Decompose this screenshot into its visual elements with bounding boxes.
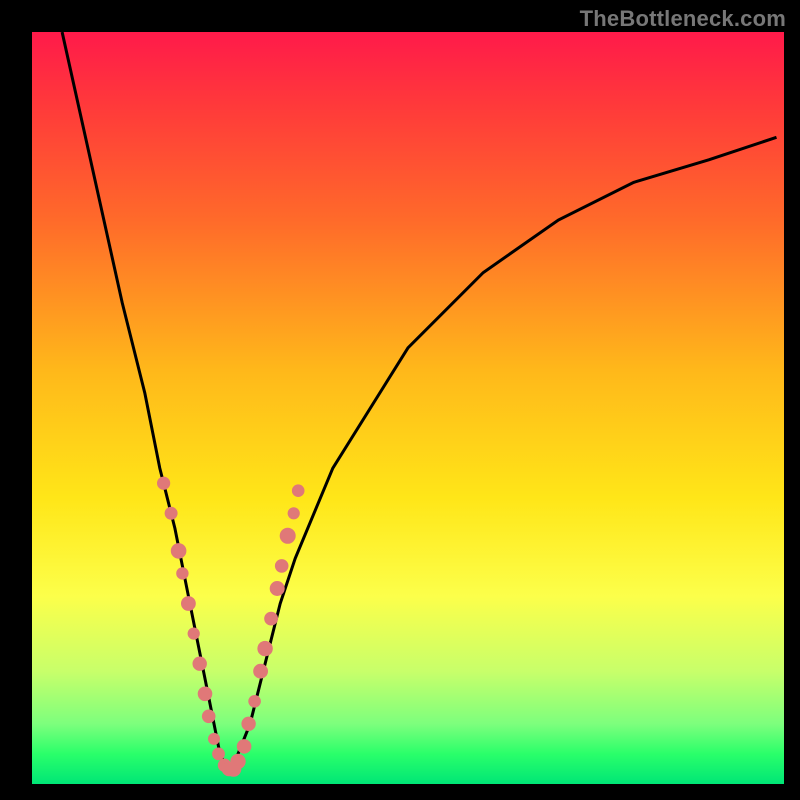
curve-svg xyxy=(32,32,784,784)
marker-dot xyxy=(257,641,272,656)
marker-dot xyxy=(198,687,213,702)
marker-dot xyxy=(288,507,300,519)
curve-markers xyxy=(157,477,305,777)
marker-dot xyxy=(188,628,200,640)
marker-dot xyxy=(292,484,305,497)
marker-dot xyxy=(193,657,207,671)
marker-dot xyxy=(212,748,225,761)
marker-dot xyxy=(230,754,245,769)
watermark-label: TheBottleneck.com xyxy=(580,6,786,32)
marker-dot xyxy=(208,733,220,745)
marker-dot xyxy=(270,581,285,596)
plot-area xyxy=(32,32,784,784)
marker-dot xyxy=(202,710,216,724)
marker-dot xyxy=(280,528,296,544)
marker-dot xyxy=(237,739,252,754)
bottleneck-curve xyxy=(62,32,776,769)
marker-dot xyxy=(275,559,289,573)
marker-dot xyxy=(165,507,178,520)
marker-dot xyxy=(253,664,268,679)
marker-dot xyxy=(171,543,187,559)
marker-dot xyxy=(248,695,261,708)
marker-dot xyxy=(241,717,255,731)
marker-dot xyxy=(181,596,196,611)
marker-dot xyxy=(157,477,170,490)
marker-dot xyxy=(264,612,278,626)
marker-dot xyxy=(176,567,188,579)
chart-frame: TheBottleneck.com xyxy=(0,0,800,800)
